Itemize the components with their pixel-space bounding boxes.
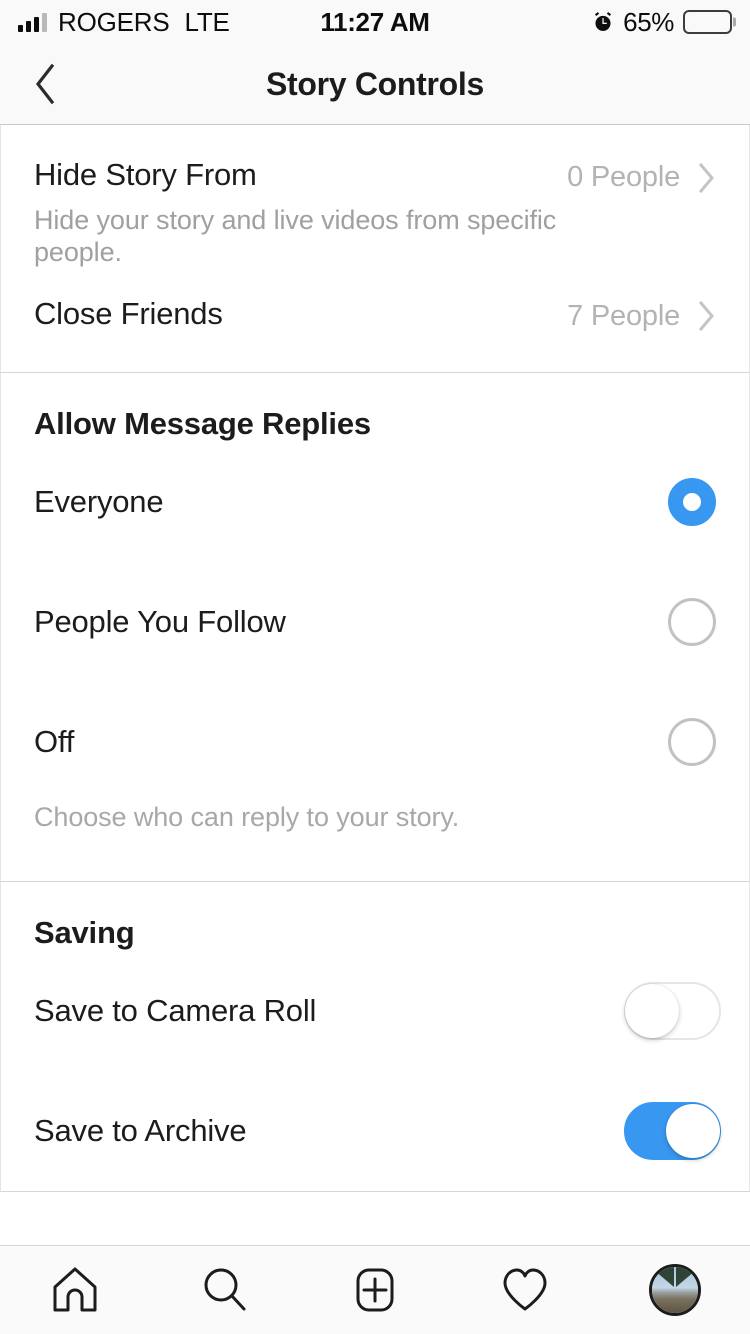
row-close-friends-value: 7 People bbox=[567, 299, 680, 332]
settings-content: Hide Story From Hide your story and live… bbox=[0, 125, 750, 1245]
tab-activity[interactable] bbox=[450, 1246, 600, 1334]
row-close-friends-title: Close Friends bbox=[34, 295, 223, 331]
toggle-row-save-to-archive[interactable]: Save to Archive bbox=[1, 1071, 749, 1191]
chevron-left-icon bbox=[35, 63, 55, 105]
add-post-icon bbox=[356, 1268, 394, 1312]
avatar-foliage-right bbox=[676, 1267, 698, 1287]
search-icon bbox=[204, 1268, 246, 1311]
network-type-label: LTE bbox=[184, 6, 230, 37]
tab-search[interactable] bbox=[150, 1246, 300, 1334]
section-audience: Hide Story From Hide your story and live… bbox=[0, 125, 750, 373]
radio-row-everyone[interactable]: Everyone bbox=[1, 442, 749, 562]
row-hide-story-from-subtitle: Hide your story and live videos from spe… bbox=[34, 205, 557, 267]
status-bar-left: ROGERS LTE bbox=[18, 7, 230, 38]
page-title: Story Controls bbox=[265, 65, 485, 102]
tab-new-post[interactable] bbox=[300, 1246, 450, 1334]
section-allow-message-replies: Allow Message Replies Everyone People Yo… bbox=[0, 372, 750, 882]
radio-button-everyone[interactable] bbox=[668, 477, 716, 526]
row-hide-story-from-main: Hide Story From Hide your story and live… bbox=[34, 157, 567, 269]
row-hide-story-from-title: Hide Story From bbox=[34, 157, 257, 192]
radio-label-everyone: Everyone bbox=[34, 483, 164, 519]
section-saving: Saving Save to Camera Roll Save to Archi… bbox=[0, 881, 750, 1192]
toggle-save-to-archive[interactable] bbox=[624, 1101, 721, 1160]
signal-strength-icon bbox=[18, 12, 47, 32]
toggle-label-save-to-camera-roll: Save to Camera Roll bbox=[34, 992, 317, 1028]
radio-button-off[interactable] bbox=[668, 717, 716, 766]
status-bar-right: 65% bbox=[592, 7, 732, 38]
tab-home[interactable] bbox=[0, 1246, 150, 1334]
alarm-clock-icon bbox=[592, 11, 614, 33]
battery-percentage-label: 65% bbox=[623, 6, 674, 37]
replies-helper-text: Choose who can reply to your story. bbox=[34, 801, 460, 832]
avatar-foliage-left bbox=[652, 1267, 674, 1287]
radio-row-people-you-follow[interactable]: People You Follow bbox=[1, 562, 749, 682]
radio-label-people-you-follow: People You Follow bbox=[34, 603, 286, 639]
toggle-row-save-to-camera-roll[interactable]: Save to Camera Roll bbox=[1, 951, 749, 1071]
row-hide-story-from-right: 0 People bbox=[567, 161, 716, 194]
home-icon bbox=[53, 1267, 97, 1312]
radio-row-off[interactable]: Off bbox=[1, 682, 749, 802]
battery-icon bbox=[683, 10, 732, 34]
row-hide-story-from-value: 0 People bbox=[567, 161, 680, 193]
radio-label-off: Off bbox=[34, 723, 75, 759]
section-header-allow-message-replies: Allow Message Replies bbox=[34, 405, 371, 441]
toggle-label-save-to-archive: Save to Archive bbox=[34, 1112, 247, 1148]
toggle-knob bbox=[666, 1103, 720, 1158]
status-bar: ROGERS LTE 11:27 AM 65% bbox=[0, 0, 750, 44]
navigation-header: Story Controls bbox=[0, 44, 750, 125]
row-close-friends[interactable]: Close Friends 7 People bbox=[1, 269, 749, 372]
row-close-friends-right: 7 People bbox=[567, 300, 716, 333]
row-hide-story-from[interactable]: Hide Story From Hide your story and live… bbox=[1, 125, 749, 269]
heart-icon bbox=[503, 1268, 547, 1311]
toggle-save-to-camera-roll[interactable] bbox=[624, 981, 721, 1040]
chevron-right-icon bbox=[698, 162, 714, 193]
profile-avatar bbox=[649, 1264, 701, 1316]
row-close-friends-main: Close Friends bbox=[34, 296, 567, 332]
toggle-knob bbox=[625, 983, 679, 1038]
bottom-tab-bar bbox=[0, 1245, 750, 1334]
carrier-label: ROGERS bbox=[58, 6, 170, 37]
back-button[interactable] bbox=[22, 58, 68, 110]
tab-profile[interactable] bbox=[600, 1246, 750, 1334]
radio-button-people-you-follow[interactable] bbox=[668, 597, 716, 646]
section-header-saving: Saving bbox=[34, 914, 135, 950]
chevron-right-icon bbox=[698, 301, 714, 332]
